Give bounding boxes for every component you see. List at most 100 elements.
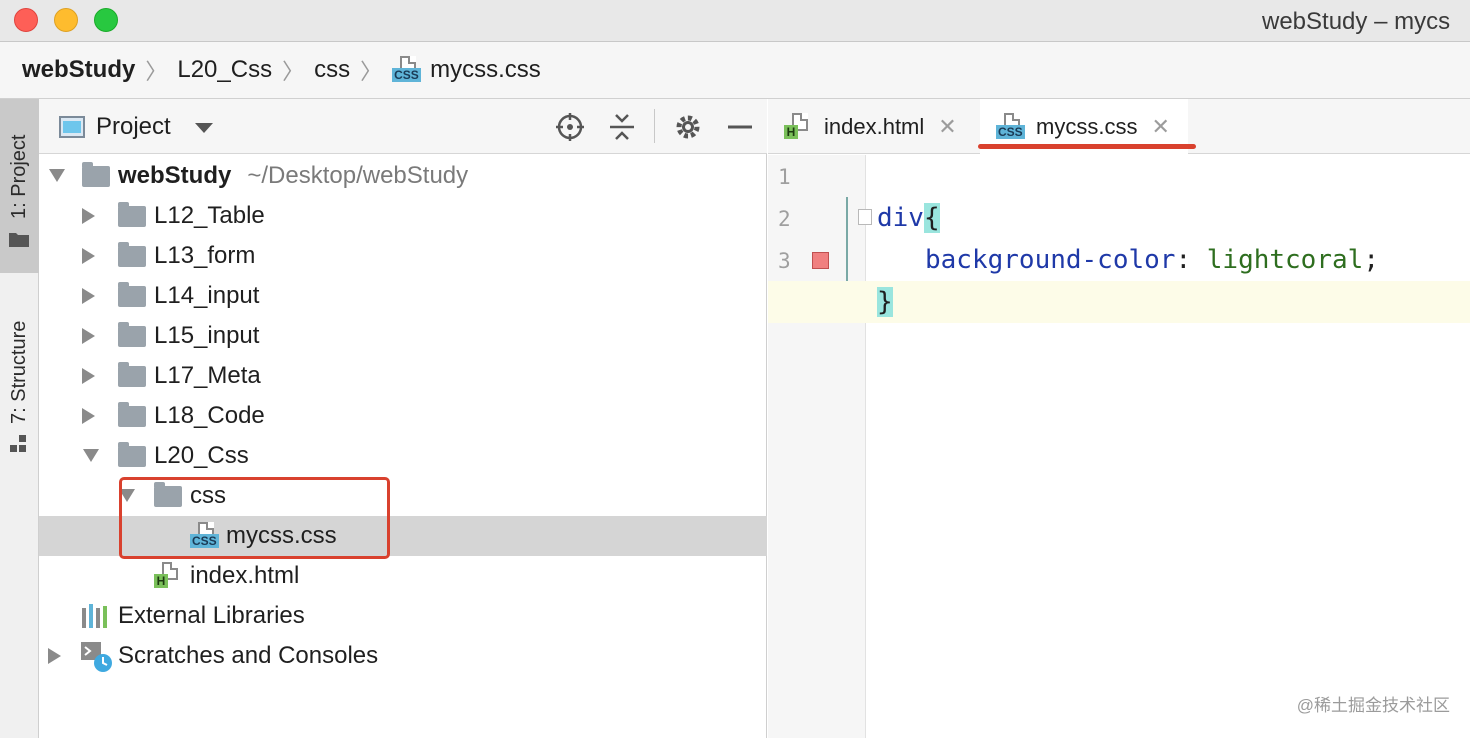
- collapsed-arrow-icon[interactable]: [82, 248, 95, 264]
- collapsed-arrow-icon[interactable]: [82, 208, 95, 224]
- expanded-arrow-icon[interactable]: [49, 169, 65, 182]
- folder-icon: [118, 442, 146, 467]
- css-file-icon: CSS: [996, 112, 1026, 141]
- chevron-right-icon: 〉: [360, 59, 383, 84]
- chevron-right-icon: 〉: [282, 59, 305, 84]
- tab-label: index.html: [824, 113, 925, 139]
- tree-item-label: L20_Css: [154, 442, 249, 469]
- code-line-4: }: [877, 287, 893, 317]
- project-panel: Project webStudy ~/Desktop/webStudy L12_…: [39, 99, 767, 738]
- tree-item-l15-input[interactable]: L15_input: [39, 316, 767, 356]
- minimize-window-button[interactable]: [54, 8, 78, 32]
- tree-item-external-libraries[interactable]: External Libraries: [39, 596, 767, 636]
- title-bar: webStudy – mycs: [0, 0, 1470, 42]
- chevron-down-icon[interactable]: [195, 123, 213, 133]
- tool-window-strip: 1: Project 7: Structure: [0, 99, 39, 738]
- project-view-icon: [59, 116, 85, 138]
- structure-icon: [10, 435, 26, 452]
- project-view-selector[interactable]: Project: [96, 113, 171, 141]
- folder-icon: [118, 282, 146, 307]
- open-brace: {: [923, 203, 940, 233]
- close-icon[interactable]: ✕: [938, 114, 956, 140]
- tree-item-l18-code[interactable]: L18_Code: [39, 396, 767, 436]
- html-file-icon: H: [154, 562, 184, 590]
- close-icon[interactable]: ✕: [1151, 114, 1169, 140]
- html-file-icon: H: [784, 112, 814, 141]
- tree-item-label: External Libraries: [118, 602, 305, 629]
- structure-tool-label: 7: Structure: [8, 320, 30, 424]
- close-window-button[interactable]: [14, 8, 38, 32]
- line-number: 2: [778, 207, 791, 231]
- css-semicolon: ;: [1363, 245, 1379, 275]
- project-panel-header: Project: [39, 99, 767, 154]
- tree-item-label: L15_input: [154, 322, 260, 349]
- library-icon: [82, 604, 107, 628]
- tree-item-label: L17_Meta: [154, 362, 261, 389]
- tree-item-l13-form[interactable]: L13_form: [39, 236, 767, 276]
- project-path: ~/Desktop/webStudy: [247, 162, 469, 189]
- css-selector: div: [877, 203, 924, 233]
- current-line-highlight: [768, 281, 1470, 323]
- breadcrumb-item-css[interactable]: css: [314, 56, 350, 84]
- watermark: @稀土掘金技术社区: [1296, 696, 1450, 715]
- editor-tab-bar: H index.html ✕ CSS mycss.css ✕: [768, 99, 1470, 154]
- tab-label: mycss.css: [1036, 113, 1138, 139]
- folder-icon: [118, 362, 146, 387]
- tree-item-webstudy[interactable]: webStudy ~/Desktop/webStudy: [39, 156, 767, 196]
- breadcrumb-item-l20-css[interactable]: L20_Css: [177, 56, 272, 84]
- breadcrumb: webStudy 〉 L20_Css 〉 css 〉 CSS mycss.css: [0, 42, 1470, 99]
- line-number: 3: [778, 249, 791, 273]
- css-property: background-color: [925, 245, 1176, 275]
- project-tool-label: 1: Project: [8, 134, 30, 219]
- gear-icon[interactable]: [672, 111, 704, 143]
- collapse-all-icon[interactable]: [606, 111, 638, 143]
- code-line-3: background-color: lightcoral;: [925, 245, 1379, 275]
- project-tool-button[interactable]: 1: Project: [0, 99, 39, 273]
- tree-item-label: Scratches and Consoles: [118, 642, 379, 669]
- folder-icon: [118, 242, 146, 267]
- code-editor[interactable]: div{ background-color: lightcoral; }: [768, 155, 1470, 738]
- tab-index-html[interactable]: H index.html ✕: [784, 99, 957, 154]
- collapsed-arrow-icon[interactable]: [48, 648, 61, 664]
- folder-icon: [82, 162, 110, 187]
- tree-item-l20-css[interactable]: L20_Css: [39, 436, 767, 476]
- folder-icon: [9, 233, 29, 247]
- tree-item-l14-input[interactable]: L14_input: [39, 276, 767, 316]
- expanded-arrow-icon[interactable]: [83, 449, 99, 462]
- tree-item-scratches[interactable]: Scratches and Consoles: [39, 636, 767, 676]
- tree-item-label: webStudy: [118, 162, 232, 189]
- zoom-window-button[interactable]: [94, 8, 118, 32]
- tree-item-label: L18_Code: [154, 402, 265, 429]
- tree-item-l12-table[interactable]: L12_Table: [39, 196, 767, 236]
- collapsed-arrow-icon[interactable]: [82, 288, 95, 304]
- tree-item-index-html[interactable]: H index.html: [39, 556, 767, 596]
- locate-file-icon[interactable]: [554, 111, 586, 143]
- collapsed-arrow-icon[interactable]: [82, 368, 95, 384]
- css-value: lightcoral: [1206, 245, 1364, 275]
- tree-item-label: L14_input: [154, 282, 260, 309]
- line-number: 1: [778, 165, 791, 189]
- css-file-icon: CSS: [392, 56, 422, 84]
- collapsed-arrow-icon[interactable]: [82, 408, 95, 424]
- minimize-panel-icon[interactable]: [724, 111, 756, 143]
- tree-item-l17-meta[interactable]: L17_Meta: [39, 356, 767, 396]
- tree-item-label: index.html: [190, 562, 300, 589]
- window-title: webStudy – mycs: [1262, 8, 1451, 35]
- header-divider: [654, 109, 655, 143]
- scratches-icon: [81, 642, 112, 672]
- annotation-highlight-box: [119, 477, 390, 559]
- folder-icon: [118, 202, 146, 227]
- breadcrumb-item-webstudy[interactable]: webStudy: [22, 56, 135, 84]
- code-line-2: div{: [877, 203, 940, 233]
- editor-gutter: 1 2 3 4: [768, 155, 872, 738]
- active-tab-underline: [978, 144, 1196, 149]
- tree-item-label: L13_form: [154, 242, 256, 269]
- close-brace: }: [877, 287, 893, 317]
- css-colon: :: [1175, 245, 1207, 275]
- breadcrumb-file-label: mycss.css: [430, 56, 541, 83]
- color-swatch-icon[interactable]: [812, 252, 829, 269]
- collapsed-arrow-icon[interactable]: [82, 328, 95, 344]
- editor-pane: H index.html ✕ CSS mycss.css ✕ 1 2 3 4 d…: [768, 99, 1470, 738]
- tree-item-label: L12_Table: [154, 202, 265, 229]
- breadcrumb-item-mycss[interactable]: CSS mycss.css: [392, 56, 541, 84]
